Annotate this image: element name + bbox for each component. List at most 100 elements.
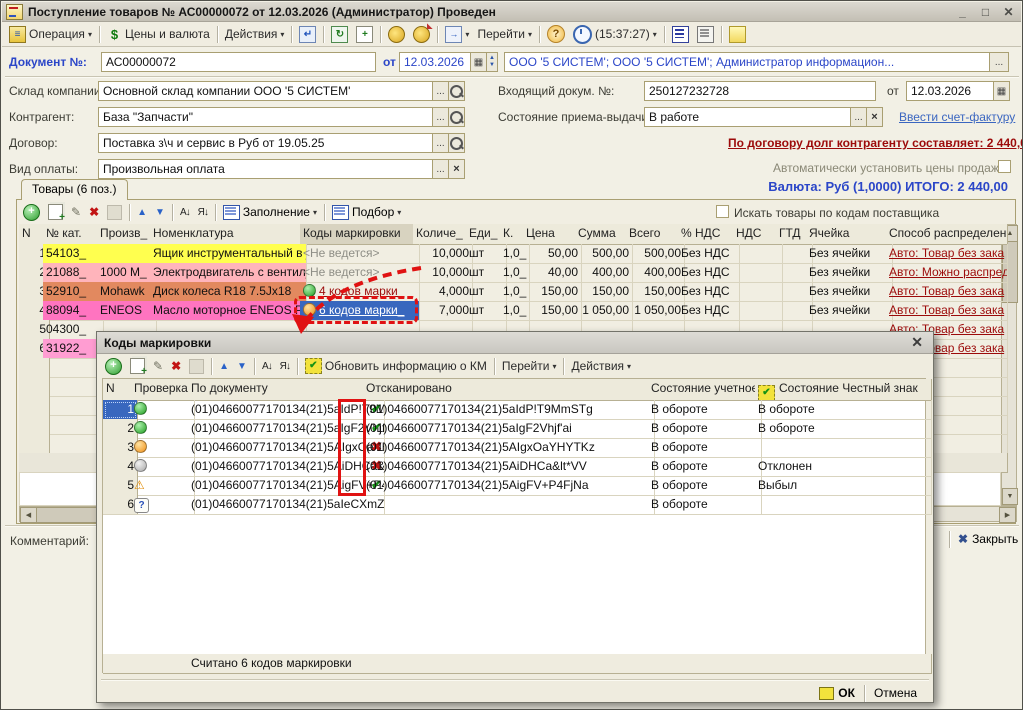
grid-cell[interactable]: 6 кодов марки_: [300, 301, 420, 321]
grid-cell[interactable]: 50,00: [523, 244, 582, 264]
grid-cell[interactable]: [43, 377, 104, 397]
grid-cell-chz-state[interactable]: Отклонен: [755, 457, 932, 477]
payment-ellipsis-button[interactable]: ...: [432, 159, 449, 179]
grid-cell[interactable]: [97, 244, 157, 264]
state-ellipsis-button[interactable]: ...: [850, 107, 867, 127]
copy-row-button[interactable]: [44, 202, 67, 222]
grid-cell[interactable]: Авто: Товар без зака: [886, 301, 1008, 321]
grid-cell[interactable]: 40,00: [523, 263, 582, 283]
grid-cell[interactable]: <Не ведется>: [300, 263, 420, 283]
dialog-column-header[interactable]: Отсканировано: [363, 379, 655, 401]
grid-cell-accounting-state[interactable]: В обороте: [648, 419, 762, 439]
grid-cell[interactable]: 31922_: [43, 339, 104, 359]
grid-cell[interactable]: [43, 434, 104, 454]
refresh-button[interactable]: ↻: [327, 24, 352, 45]
goto-button[interactable]: Перейти▾: [473, 25, 536, 43]
sort-desc-button[interactable]: Я↓: [276, 359, 294, 374]
allocation-link[interactable]: Авто: Можно распред: [889, 265, 1008, 279]
goods-column-header[interactable]: Номенклатура: [150, 224, 307, 245]
tab-goods[interactable]: Товары (6 поз.): [21, 179, 128, 200]
grid-cell[interactable]: Авто: Товар без зака: [886, 282, 1008, 302]
time-button[interactable]: (15:37:27)▾: [569, 23, 661, 46]
grid-cell[interactable]: Без НДС: [678, 263, 740, 283]
goods-column-header[interactable]: Коды маркировки: [300, 224, 420, 245]
doc-date-field[interactable]: 12.03.2026: [399, 52, 471, 72]
warehouse-search-button[interactable]: [448, 81, 465, 101]
actions-button[interactable]: Действия▾: [567, 357, 635, 375]
list-settings-button[interactable]: [693, 24, 718, 45]
pick-button[interactable]: Подбор▾: [328, 203, 405, 222]
goods-column-header[interactable]: Способ распределени: [886, 224, 1008, 245]
grid-cell-scanned-code[interactable]: (01)04660077170134(21)5AigFV+P4FjNa: [363, 476, 655, 496]
contractor-search-button[interactable]: [448, 107, 465, 127]
grid-cell[interactable]: ENEOS: [97, 301, 157, 321]
grid-cell-scanned-code[interactable]: (01)04660077170134(21)5aIgF2Vhjf'ai: [363, 419, 655, 439]
contractor-field[interactable]: База "Запчасти": [98, 107, 433, 127]
grid-cell[interactable]: Без НДС: [678, 244, 740, 264]
grid-cell[interactable]: [43, 396, 104, 416]
payment-field[interactable]: Произвольная оплата: [98, 159, 433, 179]
grid-cell[interactable]: 4,000: [413, 282, 473, 302]
grid-cell[interactable]: Без ячейки: [806, 244, 893, 264]
grid-cell-scanned-code[interactable]: (01)04660077170134(21)5AiDHCa&lt*VV: [363, 457, 655, 477]
grid-cell-chz-state[interactable]: В обороте: [755, 400, 932, 420]
move-up-button[interactable]: ▲: [215, 359, 233, 374]
grid-cell-scanned-code[interactable]: [363, 495, 655, 515]
dialog-close-button[interactable]: ✕: [908, 334, 926, 351]
grid-cell[interactable]: 400,00: [575, 263, 633, 283]
prices-currency-button[interactable]: $Цены и валюта: [103, 25, 214, 44]
cancel-button[interactable]: Отмена: [868, 684, 923, 702]
invoice-link[interactable]: Ввести счет-фактуру: [899, 110, 1015, 124]
grid-cell[interactable]: <Не ведется>: [300, 244, 420, 264]
goods-column-header[interactable]: Всего: [626, 224, 685, 245]
grid-cell-status[interactable]: [131, 400, 195, 420]
end-edit-button[interactable]: [185, 357, 208, 376]
operation-button[interactable]: ≡Операция▾: [5, 24, 96, 45]
goods-column-header[interactable]: Количе_: [413, 224, 473, 245]
grid-cell-status[interactable]: [131, 419, 195, 439]
dialog-column-header[interactable]: Проверка: [131, 379, 195, 401]
goods-column-header[interactable]: Сумма: [575, 224, 633, 245]
calendar-button[interactable]: ▦: [470, 52, 487, 72]
contract-search-button[interactable]: [448, 133, 465, 153]
sort-asc-button[interactable]: А↓: [176, 205, 194, 220]
note-button[interactable]: [725, 24, 750, 45]
sort-asc-button[interactable]: А↓: [258, 359, 276, 374]
close-button[interactable]: ✕: [1000, 4, 1017, 19]
fill-button[interactable]: Заполнение▾: [219, 203, 321, 222]
move-down-button[interactable]: ▼: [233, 359, 251, 374]
warehouse-ellipsis-button[interactable]: ...: [432, 81, 449, 101]
grid-cell[interactable]: Без НДС: [678, 301, 740, 321]
grid-cell-document-code[interactable]: (01)04660077170134(21)5aIdP!T9MmSTg✔: [188, 400, 385, 420]
incoming-doc-field[interactable]: 250127232728: [644, 81, 876, 101]
grid-cell[interactable]: Электродвигатель с вентил_: [150, 263, 307, 283]
grid-cell[interactable]: Ящик инструментальный в _: [150, 244, 307, 264]
contract-field[interactable]: Поставка з\ч и сервис в Руб от 19.05.25: [98, 133, 433, 153]
grid-cell-chz-state[interactable]: [755, 438, 932, 458]
grid-cell-accounting-state[interactable]: В обороте: [648, 476, 762, 496]
refresh-km-button[interactable]: ✔Обновить информацию о КМ: [301, 356, 491, 376]
post-document-button[interactable]: ↵: [295, 24, 320, 45]
sort-desc-button[interactable]: Я↓: [194, 205, 212, 220]
grid-cell[interactable]: 10,000: [413, 244, 473, 264]
edit-row-button[interactable]: ✎: [149, 357, 167, 375]
grid-cell[interactable]: Без ячейки: [806, 263, 893, 283]
add-row-button[interactable]: +: [101, 356, 126, 377]
grid-cell[interactable]: Авто: Можно распред: [886, 263, 1008, 283]
add-row-button[interactable]: +: [19, 202, 44, 223]
grid-cell-document-code[interactable]: (01)04660077170134(21)5AigFV+P4FjNa✔: [188, 476, 385, 496]
grid-cell-chz-state[interactable]: В обороте: [755, 419, 932, 439]
prices-out-button[interactable]: [409, 24, 434, 45]
grid-cell[interactable]: 500,00: [575, 244, 633, 264]
actions-button[interactable]: Действия▾: [221, 25, 289, 43]
copy-new-button[interactable]: +: [352, 24, 377, 45]
contractor-ellipsis-button[interactable]: ...: [432, 107, 449, 127]
incoming-calendar-button[interactable]: ▦: [993, 81, 1010, 101]
org-field[interactable]: ООО '5 СИСТЕМ'; ООО '5 СИСТЕМ'; Админист…: [504, 52, 990, 72]
minimize-button[interactable]: _: [954, 4, 971, 19]
warehouse-field[interactable]: Основной склад компании ООО '5 СИСТЕМ': [98, 81, 433, 101]
grid-cell[interactable]: Без ячейки: [806, 282, 893, 302]
edit-row-button[interactable]: ✎: [67, 203, 85, 221]
marking-codes-link[interactable]: 4 кодов марки_: [319, 284, 404, 298]
scroll-left-button[interactable]: ◀: [20, 507, 37, 523]
